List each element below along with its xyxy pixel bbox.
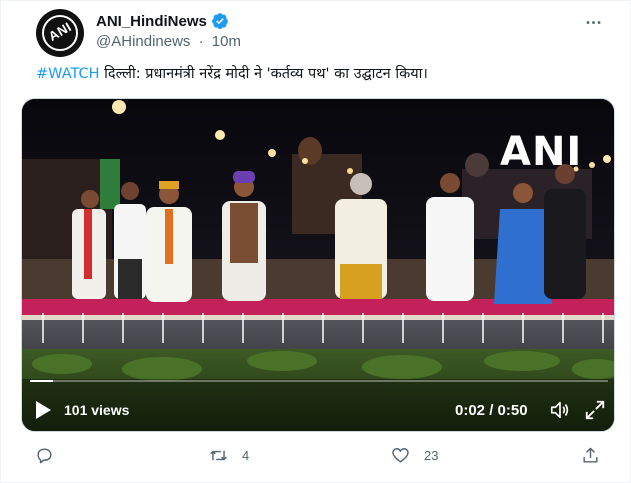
- video-watermark: ANI: [500, 129, 583, 175]
- share-icon: [583, 447, 598, 463]
- handle[interactable]: @AHindinews: [96, 33, 190, 50]
- view-count: 101 views: [64, 402, 130, 418]
- hashtag-link[interactable]: #WATCH: [36, 66, 100, 82]
- like-button[interactable]: 23: [391, 446, 438, 465]
- play-icon[interactable]: [34, 400, 52, 420]
- retweet-count: 4: [242, 448, 250, 463]
- progress-bar[interactable]: [30, 380, 608, 382]
- video-time: 0:02 / 0:50: [455, 402, 528, 419]
- separator-dot: ·: [198, 33, 204, 50]
- like-count: 23: [424, 448, 439, 463]
- tweet-body: दिल्ली: प्रधानमंत्री नरेंद्र मोदी ने 'कर…: [99, 66, 428, 82]
- progress-fill: [30, 380, 54, 382]
- handle-row: @AHindinews · 10m: [96, 33, 245, 50]
- tweet-actions: 4 23: [1, 441, 631, 471]
- retweet-button[interactable]: 4: [209, 446, 249, 465]
- avatar[interactable]: ANI: [36, 9, 84, 57]
- display-name[interactable]: ANI_HindiNews: [96, 13, 207, 30]
- author-name-row: ANI_HindiNews: [96, 12, 229, 30]
- fullscreen-icon[interactable]: [584, 399, 606, 421]
- like-icon: [392, 448, 409, 463]
- reply-button[interactable]: [35, 446, 68, 465]
- video-player[interactable]: ANI 101 views 0:02 / 0:50: [21, 98, 615, 432]
- share-button[interactable]: [581, 446, 600, 465]
- verified-icon: [211, 13, 228, 30]
- retweet-icon: [210, 450, 227, 461]
- more-icon: [586, 20, 600, 24]
- tweet-text: #WATCH दिल्ली: प्रधानमंत्री नरेंद्र मोदी…: [36, 63, 428, 83]
- tweet-card[interactable]: ANI ANI_HindiNews @AHindinews · 10m #WAT…: [0, 0, 631, 483]
- more-options-button[interactable]: [583, 12, 603, 32]
- volume-icon[interactable]: [549, 399, 571, 421]
- timestamp[interactable]: 10m: [212, 33, 241, 50]
- reply-icon: [37, 448, 52, 464]
